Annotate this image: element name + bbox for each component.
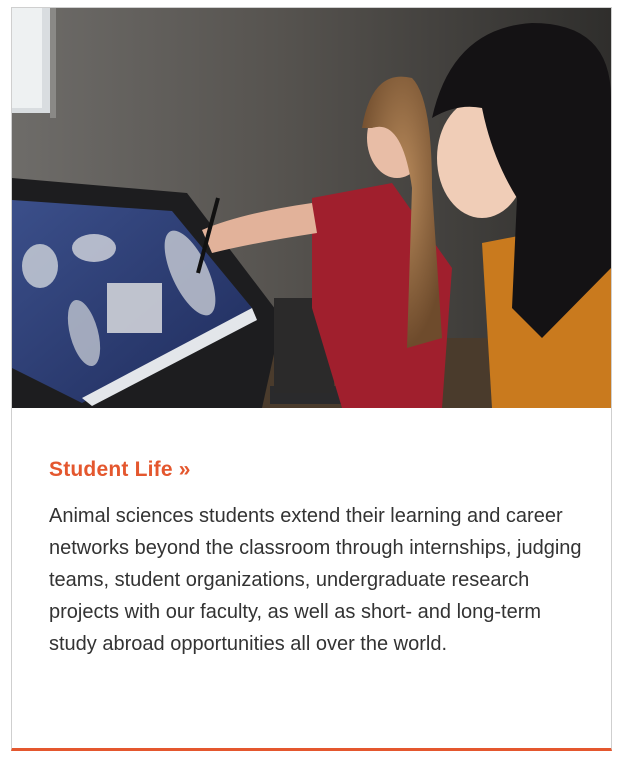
student-life-link[interactable]: Student Life» (49, 456, 191, 484)
double-chevron-right-icon: » (178, 458, 191, 481)
card-description: Animal sciences students extend their le… (49, 505, 582, 655)
student-life-title: Student Life (49, 458, 173, 481)
student-life-card: Student Life» Animal sciences students e… (11, 7, 612, 751)
card-body: Student Life» Animal sciences students e… (49, 456, 589, 680)
student-life-photo[interactable] (12, 8, 611, 408)
